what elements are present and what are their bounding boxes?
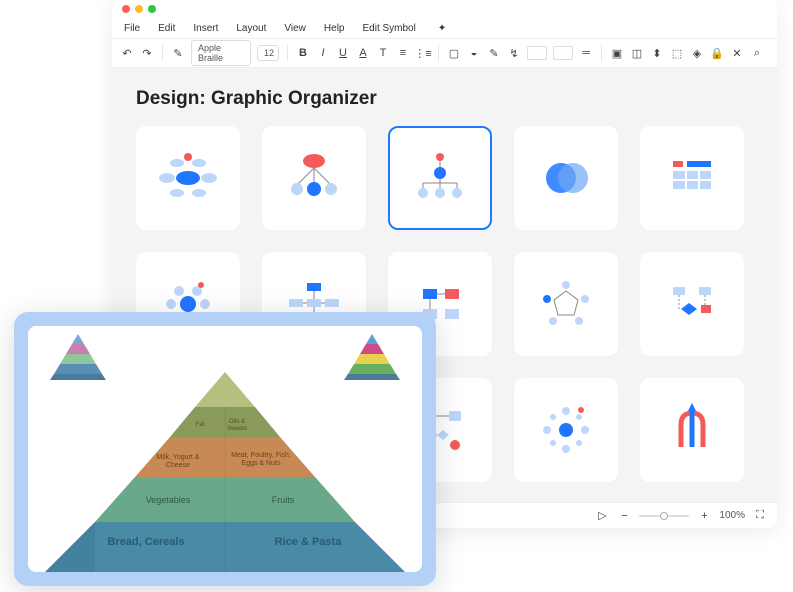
image-icon[interactable]: ▣ [610,46,624,60]
menubar: File Edit Insert Layout View Help Edit S… [112,18,777,38]
fullscreen-icon[interactable]: ⛶ [753,509,767,523]
template-radial-burst[interactable] [514,378,618,482]
layers-icon[interactable]: ◈ [690,46,704,60]
menu-edit[interactable]: Edit [158,23,175,34]
pyramid-label-veg: Vegetables [128,496,208,506]
font-color-icon[interactable]: A [356,46,370,60]
zoom-value: 100% [719,510,745,521]
settings-icon[interactable]: ✕ [730,46,744,60]
menu-help[interactable]: Help [324,23,345,34]
menu-file[interactable]: File [124,23,140,34]
template-cluster-map[interactable] [136,126,240,230]
pyramid-label-meat: Meat, Poultry, Fish, Eggs & Nuts [226,452,296,467]
underline-icon[interactable]: U [336,46,350,60]
template-table-chart[interactable] [640,126,744,230]
text-size-icon[interactable]: T [376,46,390,60]
menu-layout[interactable]: Layout [236,23,266,34]
fill-color-box[interactable] [527,46,547,60]
redo-icon[interactable]: ↷ [140,46,154,60]
template-org-chart[interactable] [388,126,492,230]
group-icon[interactable]: ⬚ [670,46,684,60]
template-spider-web[interactable] [514,252,618,356]
line-color-box[interactable] [553,46,573,60]
zoom-in-icon[interactable]: + [697,509,711,523]
pyramid-label-rice: Rice & Pasta [258,536,358,548]
menu-view[interactable]: View [284,23,306,34]
italic-icon[interactable]: I [316,46,330,60]
play-icon[interactable]: ▷ [595,509,609,523]
font-select[interactable]: Apple Braille [191,40,251,66]
maximize-window-button[interactable] [148,5,156,13]
line-style-icon[interactable]: ═ [579,46,593,60]
connector-icon[interactable]: ↯ [507,46,521,60]
undo-icon[interactable]: ↶ [120,46,134,60]
close-window-button[interactable] [122,5,130,13]
titlebar [112,0,777,18]
menu-insert[interactable]: Insert [193,23,218,34]
fill-icon[interactable]: ◒ [467,46,481,60]
copilot-icon[interactable]: ✦ [438,23,446,34]
pyramid-editor-overlay: Bread, Cereals Rice & Pasta Vegetables F… [14,312,436,586]
format-painter-icon[interactable]: ✎ [171,46,185,60]
bullets-icon[interactable]: ⋮≡ [416,46,430,60]
search-icon[interactable]: ⌕ [750,46,764,60]
minimize-window-button[interactable] [135,5,143,13]
template-hierarchy-tree[interactable] [262,126,366,230]
arrange-icon[interactable]: ⬍ [650,46,664,60]
text-box-icon[interactable]: ▢ [447,46,461,60]
bold-icon[interactable]: B [296,46,310,60]
pyramid-label-oils: Oils & Sweets [220,419,254,432]
template-merge-split[interactable] [640,378,744,482]
pyramid-canvas[interactable]: Bread, Cereals Rice & Pasta Vegetables F… [28,326,422,572]
page-title: Design: Graphic Organizer [136,88,753,110]
lock-icon[interactable]: 🔒 [710,46,724,60]
pyramid-label-milk: Milk, Yogurt & Cheese [148,454,208,469]
align-left-icon[interactable]: ≡ [396,46,410,60]
shape-icon[interactable]: ◫ [630,46,644,60]
menu-edit-symbol[interactable]: Edit Symbol [362,23,415,34]
line-icon[interactable]: ✎ [487,46,501,60]
template-decision-flow[interactable] [640,252,744,356]
pyramid-label-bread: Bread, Cereals [96,536,196,548]
zoom-slider[interactable] [639,515,689,517]
zoom-out-icon[interactable]: − [617,509,631,523]
template-venn-diagram[interactable] [514,126,618,230]
toolbar: ↶ ↷ ✎ Apple Braille 12 B I U A T ≡ ⋮≡ ▢ … [112,38,777,68]
font-size-select[interactable]: 12 [257,45,279,61]
pyramid-label-fruits: Fruits [253,496,313,506]
pyramid-label-fat: Fat [188,422,212,429]
